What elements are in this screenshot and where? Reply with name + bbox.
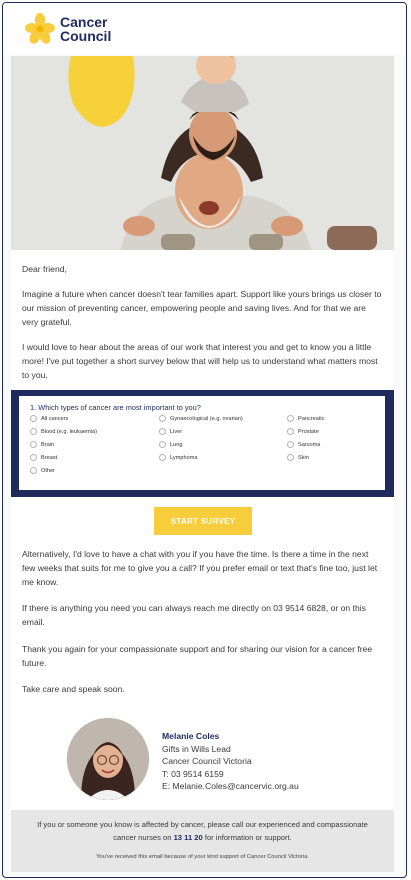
radio-icon [287, 454, 294, 461]
radio-icon [287, 428, 294, 435]
brand-name-line2: Council [60, 28, 112, 44]
paragraph-signoff: Take care and speak soon. [22, 684, 125, 694]
survey-option[interactable]: Blood (e.g. leukaemia) [30, 428, 97, 435]
radio-icon [159, 415, 166, 422]
paragraph-survey-intro: I would love to hear about the areas of … [22, 342, 378, 381]
radio-icon [287, 441, 294, 448]
survey-option[interactable]: Liver [159, 428, 182, 435]
survey-option[interactable]: All cancers [30, 415, 68, 422]
radio-icon [287, 415, 294, 422]
radio-icon [30, 454, 37, 461]
radio-icon [30, 441, 37, 448]
survey-option[interactable]: Pancreatic [287, 415, 324, 422]
signature-block: Melanie Coles Gifts in Wills Lead Cancer… [162, 730, 299, 793]
radio-icon [30, 428, 37, 435]
hero-image [11, 56, 394, 250]
signature-email[interactable]: E: Melanie.Coles@cancervic.org.au [162, 780, 299, 793]
radio-icon [159, 454, 166, 461]
start-survey-button[interactable]: START SURVEY [154, 507, 252, 535]
survey-option[interactable]: Skin [287, 454, 309, 461]
brand-name-line1: Cancer [60, 14, 108, 30]
radio-icon [30, 467, 37, 474]
radio-icon [30, 415, 37, 422]
email-header: Cancer Council [3, 3, 406, 55]
survey-card: 1. Which types of cancer are most import… [19, 396, 385, 490]
survey-option[interactable]: Lung [159, 441, 182, 448]
signature-phone[interactable]: T: 03 9514 6159 [162, 768, 299, 781]
paragraph-thanks: Thank you again for your compassionate s… [22, 644, 373, 669]
email-frame: Cancer Council Dear friend, Imagine a fu… [2, 2, 407, 878]
greeting: Dear friend, [22, 264, 67, 274]
survey-preview[interactable]: 1. Which types of cancer are most import… [11, 390, 394, 497]
signature-org: Cancer Council Victoria [162, 756, 252, 767]
survey-option[interactable]: Lymphoma [159, 454, 197, 461]
daffodil-icon [25, 13, 55, 44]
survey-option[interactable]: Other [30, 467, 55, 474]
avatar [67, 718, 149, 800]
paragraph-contact: If there is anything you need you can al… [22, 603, 366, 628]
radio-icon [159, 428, 166, 435]
email-body: Dear friend, Imagine a future when cance… [11, 250, 394, 872]
footer-disclaimer: You've received this email because of yo… [96, 854, 309, 860]
brand-name[interactable]: Cancer Council [60, 15, 111, 43]
nurse-phone-link[interactable]: 13 11 20 [174, 833, 203, 842]
paragraph-call: Alternatively, I'd love to have a chat w… [22, 549, 378, 588]
signature-name: Melanie Coles [162, 731, 220, 741]
paragraph-intro: Imagine a future when cancer doesn't tea… [22, 289, 382, 328]
signature-role: Gifts in Wills Lead [162, 743, 231, 754]
survey-question: 1. Which types of cancer are most import… [30, 403, 201, 412]
survey-option[interactable]: Brain [30, 441, 54, 448]
footer-support-text: If you or someone you know is affected b… [37, 820, 368, 842]
survey-option[interactable]: Prostate [287, 428, 319, 435]
email-footer: If you or someone you know is affected b… [11, 810, 394, 872]
survey-option[interactable]: Breast [30, 454, 57, 461]
survey-option[interactable]: Gynaecological (e.g. ovarian) [159, 415, 243, 422]
radio-icon [159, 441, 166, 448]
survey-option[interactable]: Sarcoma [287, 441, 320, 448]
